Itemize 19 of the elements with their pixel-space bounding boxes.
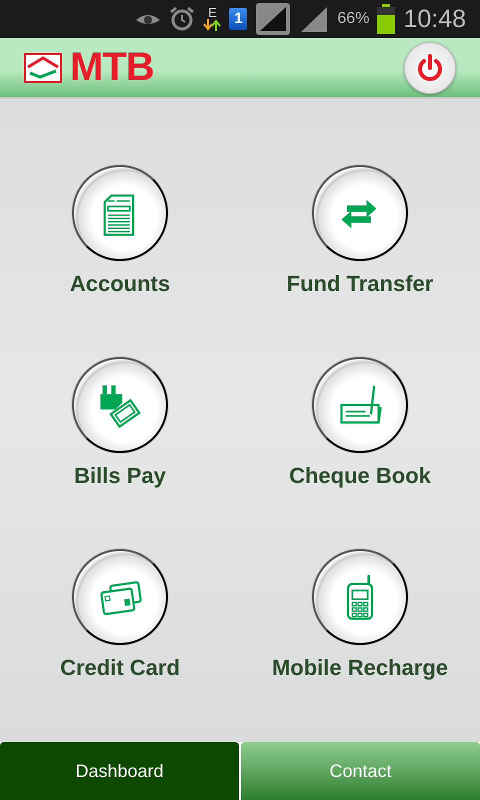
network-type: E [208,7,217,19]
logo-icon [24,52,62,82]
data-arrows-icon [203,19,222,31]
menu-label[interactable]: Fund Transfer [286,271,434,297]
menu-label[interactable]: Accounts [70,271,170,297]
menu-label[interactable]: Mobile Recharge [272,655,448,681]
menu-label[interactable]: Bills Pay [74,463,166,489]
power-button[interactable] [404,42,456,94]
menu-label[interactable]: Credit Card [60,655,180,681]
sim-icon: 1 [229,8,248,30]
tab[interactable]: Dashboard [0,742,239,800]
battery-percent: 66% [337,10,370,28]
menu-label[interactable]: Cheque Book [289,463,431,489]
logo-text: MTB [70,45,154,90]
clock-time: 10:48 [403,4,466,34]
alarm-clock-icon [169,6,196,32]
battery-icon [377,4,396,34]
signal-icon [299,5,330,33]
power-icon [415,52,445,82]
